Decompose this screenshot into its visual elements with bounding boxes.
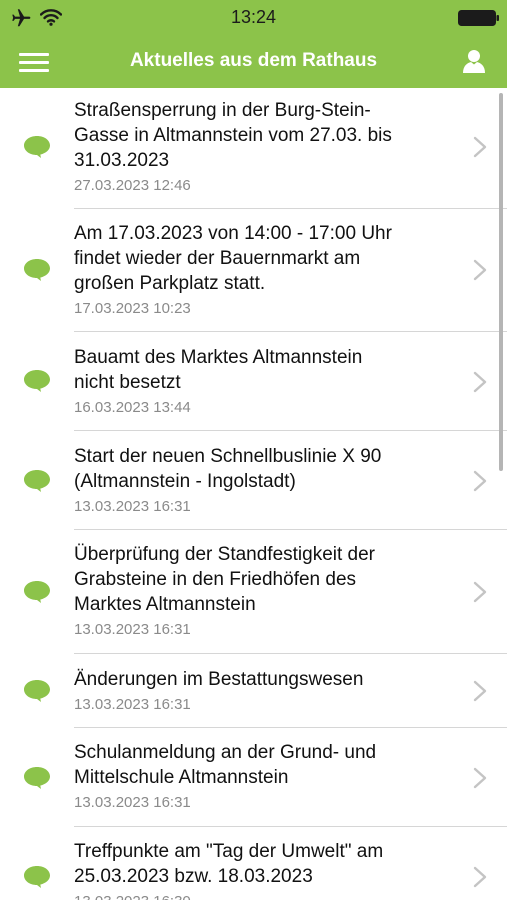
chat-bubble-icon — [24, 581, 50, 603]
news-list[interactable]: Straßensperrung in der Burg-Stein- Gasse… — [0, 88, 507, 900]
list-item[interactable]: Start der neuen Schnellbuslinie X 90 (Al… — [0, 431, 507, 530]
nav-bar: Aktuelles aus dem Rathaus — [0, 36, 507, 88]
status-time: 13:24 — [230, 7, 277, 27]
news-date: 13.03.2023 16:31 — [74, 621, 191, 638]
chat-bubble-icon — [24, 136, 50, 158]
list-item[interactable]: Treffpunkte am "Tag der Umwelt" am 25.03… — [0, 827, 507, 900]
header: 13:24 Aktuelles aus dem Rathaus — [0, 0, 507, 88]
news-date: 16.03.2023 13:44 — [74, 399, 191, 416]
scrollbar[interactable] — [499, 93, 503, 471]
news-headline: Bauamt des Marktes Altmannstein nicht be… — [74, 347, 363, 393]
news-date: 13.03.2023 16:31 — [74, 498, 191, 515]
news-headline: Straßensperrung in der Burg-Stein- Gasse… — [74, 100, 392, 171]
chevron-right-icon — [473, 581, 487, 603]
news-date: 13.03.2023 16:31 — [74, 696, 191, 713]
chat-bubble-icon — [24, 866, 50, 888]
chat-bubble-icon — [24, 680, 50, 702]
chevron-right-icon — [473, 371, 487, 393]
chat-bubble-icon — [24, 259, 50, 281]
chevron-right-icon — [473, 767, 487, 789]
news-headline: Am 17.03.2023 von 14:00 - 17:00 Uhr find… — [74, 223, 392, 294]
user-icon[interactable] — [462, 48, 486, 74]
chat-bubble-icon — [24, 370, 50, 392]
news-date: 13.03.2023 16:30 — [74, 892, 464, 900]
news-headline: Treffpunkte am "Tag der Umwelt" am 25.03… — [74, 841, 384, 887]
list-item[interactable]: Überprüfung der Standfestigkeit der Grab… — [0, 530, 507, 654]
chevron-right-icon — [473, 866, 487, 888]
list-item[interactable]: Am 17.03.2023 von 14:00 - 17:00 Uhr find… — [0, 209, 507, 332]
chevron-right-icon — [473, 136, 487, 158]
status-bar: 13:24 — [0, 0, 507, 36]
page-title: Aktuelles aus dem Rathaus — [129, 50, 378, 71]
news-date: 27.03.2023 12:46 — [74, 177, 191, 194]
chat-bubble-icon — [24, 767, 50, 789]
list-item[interactable]: Schulanmeldung an der Grund- und Mittels… — [0, 728, 507, 827]
chevron-right-icon — [473, 680, 487, 702]
battery-icon — [458, 10, 499, 26]
news-headline: Änderungen im Bestattungswesen — [74, 669, 364, 690]
news-date: 17.03.2023 10:23 — [74, 300, 191, 317]
list-item[interactable]: Änderungen im Bestattungswesen 13.03.202… — [0, 654, 507, 728]
list-item[interactable]: Straßensperrung in der Burg-Stein- Gasse… — [0, 88, 507, 209]
news-headline: Start der neuen Schnellbuslinie X 90 (Al… — [74, 446, 382, 492]
list-item[interactable]: Bauamt des Marktes Altmannstein nicht be… — [0, 332, 507, 431]
news-headline: Überprüfung der Standfestigkeit der Grab… — [74, 544, 376, 615]
chevron-right-icon — [473, 259, 487, 281]
chevron-right-icon — [473, 470, 487, 492]
news-date: 13.03.2023 16:31 — [74, 794, 191, 811]
chat-bubble-icon — [24, 470, 50, 492]
news-headline: Schulanmeldung an der Grund- und Mittels… — [74, 742, 377, 788]
